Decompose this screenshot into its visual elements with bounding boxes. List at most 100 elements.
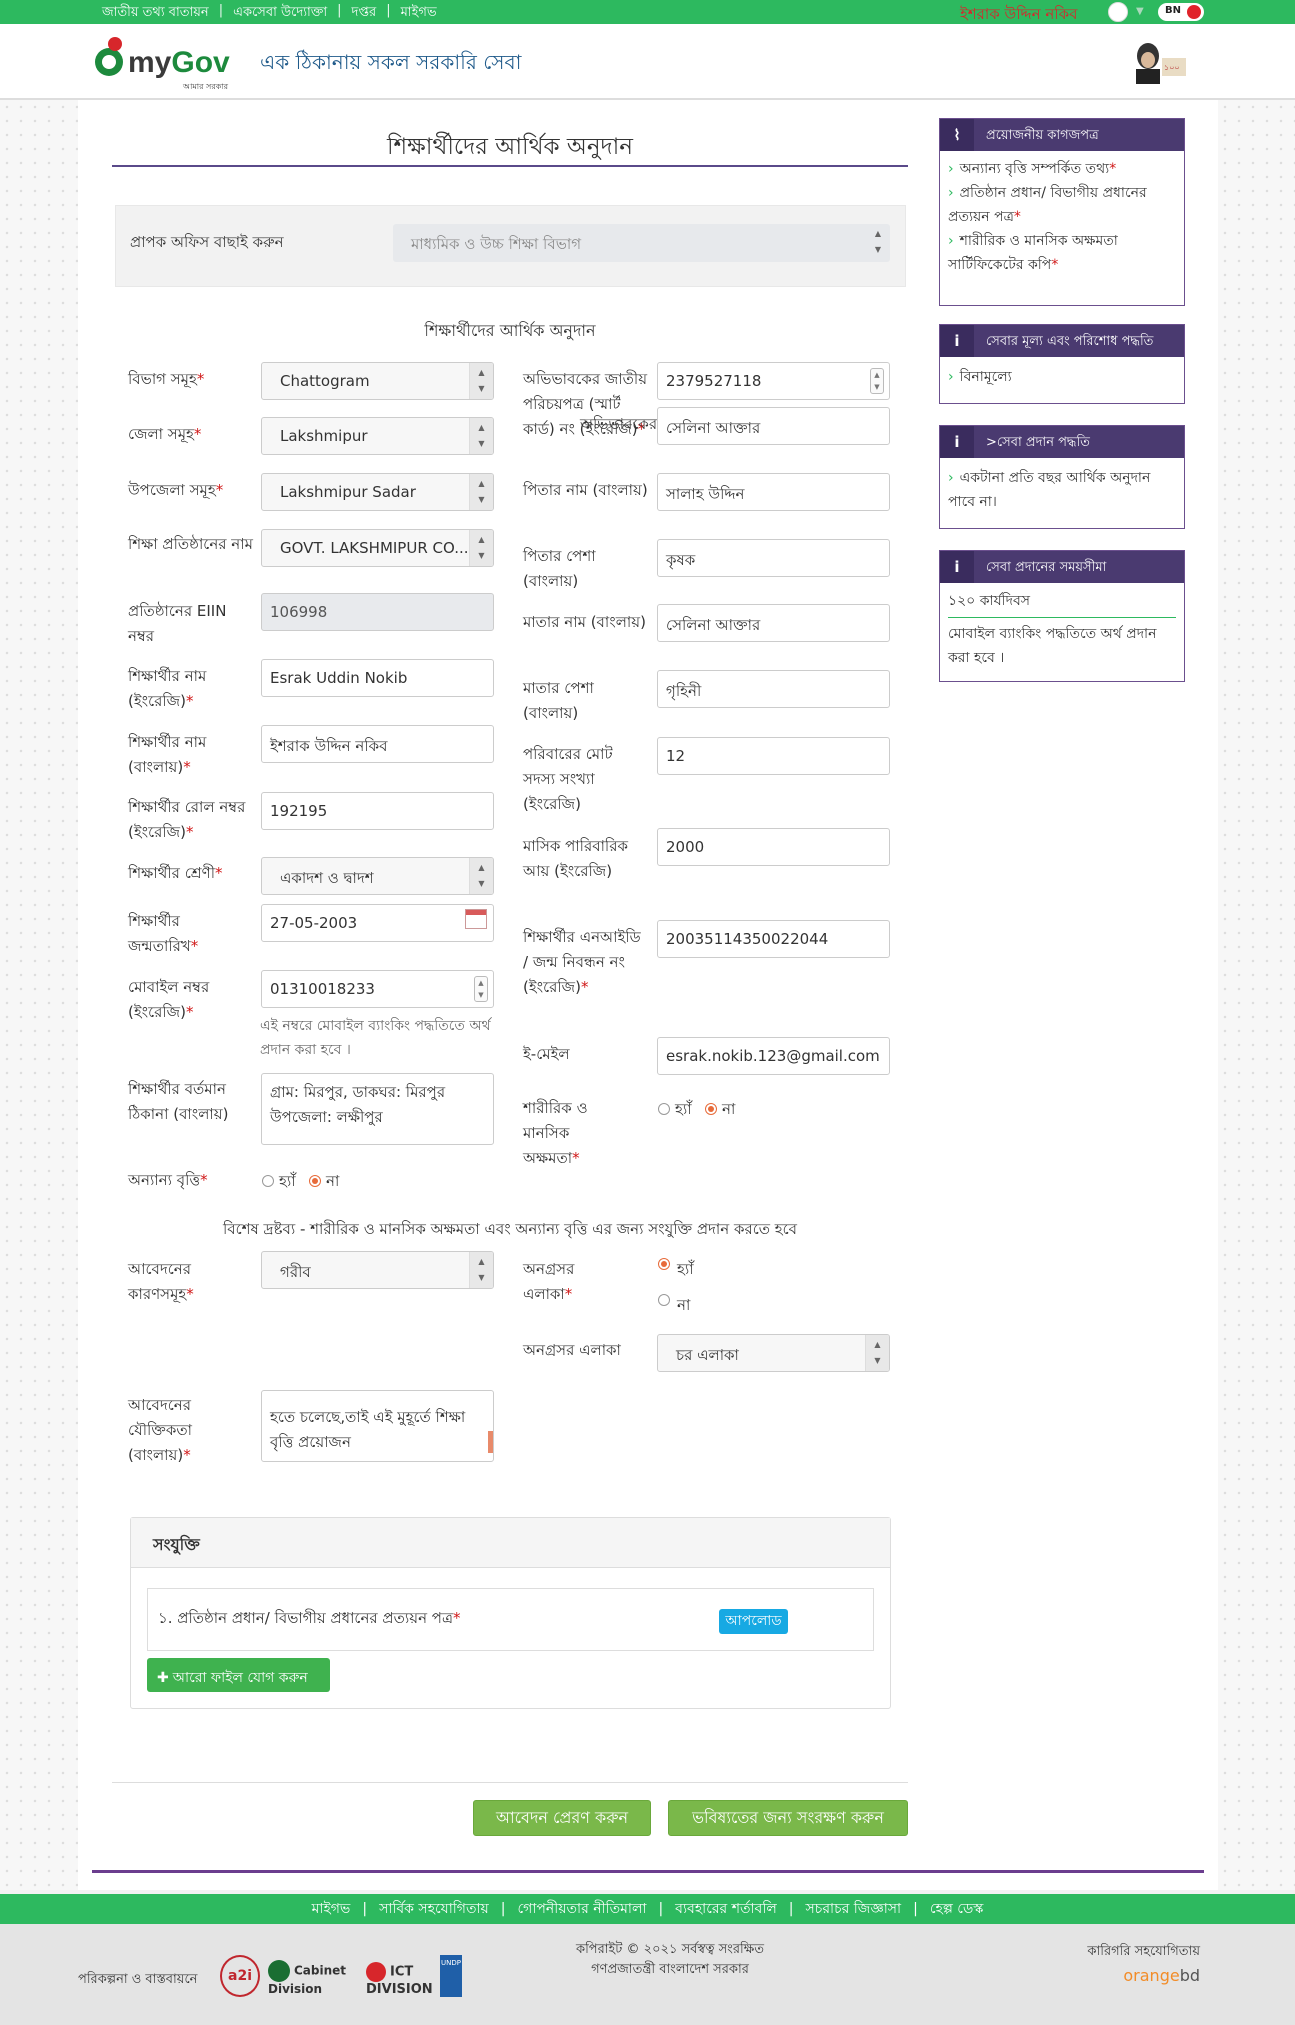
mobile-label: মোবাইল নম্বর (ইংরেজি)* [128, 978, 210, 1021]
textarea-scrollbar[interactable] [488, 1431, 493, 1453]
top-link-ekseba[interactable]: একসেবা উদ্যোক্তা [223, 3, 337, 24]
father-occupation-field[interactable]: কৃষক [657, 539, 890, 577]
toggle-knob [1187, 5, 1201, 19]
select-arrows-icon: ▲ ▼ [865, 1335, 889, 1371]
number-spinner-icon[interactable]: ▲ ▼ [474, 976, 488, 1002]
number-spinner-icon[interactable]: ▲ ▼ [870, 368, 884, 394]
copyright: কপিরাইট © ২০২১ সর্বস্বত্ব সংরক্ষিত গণপ্রজ… [575, 1942, 765, 1977]
dob-field[interactable]: 27-05-2003 [261, 904, 494, 942]
disability-yes-radio[interactable] [658, 1103, 670, 1115]
select-arrows-icon: ▲ ▼ [469, 363, 493, 399]
institution-label: শিক্ষা প্রতিষ্ঠানের নাম [128, 535, 253, 553]
email-field[interactable]: esrak.nokib.123@gmail.com [657, 1037, 890, 1075]
save-for-later-button[interactable]: ভবিষ্যতের জন্য সংরক্ষণ করুন [668, 1800, 908, 1836]
footer-link-privacy[interactable]: গোপনীয়তার নীতিমালা [506, 1897, 659, 1921]
guardian-name-field[interactable]: সেলিনা আক্তার [657, 407, 890, 445]
mother-name-label: মাতার নাম (বাংলায়) [523, 613, 646, 631]
disability-no-radio[interactable] [705, 1103, 717, 1115]
other-stipend-label: অন্যান্য বৃত্তি* [128, 1171, 208, 1189]
submit-button[interactable]: আবেদন প্রেরণ করুন [473, 1800, 651, 1836]
other-stipend-yes-radio[interactable] [262, 1175, 274, 1187]
guardian-nid-field[interactable]: 2379527118 [657, 362, 890, 400]
mygov-logo-text[interactable]: myGov [128, 46, 230, 80]
mobile-field[interactable]: 01310018233 [261, 970, 494, 1008]
district-select[interactable]: Lakshmipur ▲ ▼ [261, 417, 494, 455]
backward-area-yes-radio[interactable] [658, 1258, 670, 1270]
cabinet-division-logo[interactable]: Cabinet Division [268, 1956, 358, 1996]
fee-header: i সেবার মূল্য এবং পরিশোধ পদ্ধতি [940, 325, 1184, 357]
top-bar: জাতীয় তথ্য বাতায়ন | একসেবা উদ্যোক্তা | দ… [0, 0, 1295, 24]
backward-area-type-label: অনগ্রসর এলাকা [523, 1341, 621, 1359]
undp-logo[interactable]: UNDP [440, 1955, 462, 1997]
mygov-logo-icon[interactable] [92, 36, 126, 80]
reasons-select[interactable]: গরীব ▲ ▼ [261, 1251, 494, 1289]
top-link-office[interactable]: দপ্তর [342, 3, 387, 24]
title-underline [112, 165, 908, 167]
form-heading: শিক্ষার্থীদের আর্থিক অনুদান [424, 321, 596, 340]
sidebar-fee: i সেবার মূল্য এবং পরিশোধ পদ্ধতি › বিনামূল্… [939, 324, 1185, 404]
user-avatar-icon[interactable] [1108, 2, 1128, 22]
footer-link-helpdesk[interactable]: হেল্প ডেস্ক [918, 1897, 996, 1921]
a2i-logo[interactable]: a2i [220, 1955, 260, 1997]
family-members-label: পরিবারের মোট সদস্য সংখ্যা (ইংরেজি) [523, 745, 613, 813]
divider [948, 617, 1176, 618]
language-toggle[interactable]: BN [1158, 3, 1204, 21]
backward-area-type-select[interactable]: চর এলাকা ▲ ▼ [657, 1334, 890, 1372]
top-link-national-portal[interactable]: জাতীয় তথ্য বাতায়ন [92, 3, 219, 24]
footer-link-terms[interactable]: ব্যবহারের শর্তাবলি [663, 1897, 789, 1921]
other-stipend-yes-label: হ্যাঁ [279, 1172, 296, 1190]
roll-label: শিক্ষার্থীর রোল নম্বর (ইংরেজি)* [128, 798, 246, 841]
site-header: myGov আমার সরকার এক ঠিকানায় সকল সরকারি … [0, 24, 1295, 100]
chevron-down-icon[interactable]: ▼ [1136, 6, 1144, 17]
select-arrows-icon: ▲ ▼ [469, 418, 493, 454]
office-select[interactable]: মাধ্যমিক ও উচ্চ শিক্ষা বিভাগ ▲ ▼ [393, 224, 890, 262]
office-select-value: মাধ্যমিক ও উচ্চ শিক্ষা বিভাগ [411, 235, 582, 253]
sidebar-documents: ⌇ প্রয়োজনীয় কাগজপত্র › অন্যান্য বৃত্তি স… [939, 118, 1185, 306]
info-icon: i [940, 325, 974, 357]
eiin-label: প্রতিষ্ঠানের EIIN নম্বর [128, 602, 227, 645]
dob-label: শিক্ষার্থীর জন্মতারিখ* [128, 912, 199, 955]
class-select[interactable]: একাদশ ও দ্বাদশ ▲ ▼ [261, 857, 494, 895]
footer-line [92, 1870, 1204, 1873]
mother-occupation-label: মাতার পেশা (বাংলায়) [523, 679, 594, 722]
calendar-icon[interactable] [465, 909, 487, 929]
top-links: জাতীয় তথ্য বাতায়ন | একসেবা উদ্যোক্তা | দ… [92, 3, 447, 24]
upazila-select[interactable]: Lakshmipur Sadar ▲ ▼ [261, 473, 494, 511]
time-payment-note: মোবাইল ব্যাংকিং পদ্ধতিতে অর্থ প্রদান করা… [948, 626, 1157, 666]
eiin-field[interactable]: 106998 [261, 593, 494, 631]
backward-area-no-radio[interactable] [658, 1294, 670, 1306]
student-name-bn-field[interactable]: ইশরাক উদ্দিন নকিব [261, 725, 494, 763]
student-name-en-field[interactable]: Esrak Uddin Nokib [261, 659, 494, 697]
backward-area-yes-label: হ্যাঁ [677, 1260, 694, 1278]
justification-field[interactable]: হতে চলেছে,তাই এই মুহূর্তে শিক্ষা বৃত্তি প… [261, 1390, 494, 1462]
paperclip-icon: ⌇ [940, 119, 974, 151]
select-arrows-icon: ▲ ▼ [469, 1252, 493, 1288]
roll-field[interactable]: 192195 [261, 792, 494, 830]
language-label: BN [1165, 5, 1181, 16]
footer-links: মাইগভ | সার্বিক সহযোগিতায় | গোপনীয়তার নী… [0, 1894, 1295, 1924]
ict-division-logo[interactable]: ICT DIVISION [366, 1956, 433, 1997]
upload-button[interactable]: আপলোড [719, 1609, 788, 1634]
mother-name-field[interactable]: সেলিনা আক্তার [657, 604, 890, 642]
top-link-mygov[interactable]: মাইগভ [391, 3, 447, 24]
footer-link-mygov[interactable]: মাইগভ [300, 1897, 363, 1921]
mujib-year-logo: ১০০ [1136, 43, 1186, 84]
other-stipend-no-radio[interactable] [309, 1175, 321, 1187]
time-days: ১২০ কার্যদিবস [948, 593, 1031, 609]
institution-select[interactable]: GOVT. LAKSHMIPUR CO... ▲ ▼ [261, 529, 494, 567]
method-header: i >সেবা প্রদান পদ্ধতি [940, 426, 1184, 458]
division-select[interactable]: Chattogram ▲ ▼ [261, 362, 494, 400]
monthly-income-field[interactable]: 2000 [657, 828, 890, 866]
footer-link-support[interactable]: সার্বিক সহযোগিতায় [367, 1897, 501, 1921]
father-name-field[interactable]: সালাহ উদ্দিন [657, 473, 890, 511]
office-select-label: প্রাপক অফিস বাছাই করুন [130, 233, 284, 251]
student-nid-field[interactable]: 20035114350022044 [657, 920, 890, 958]
mother-occupation-field[interactable]: গৃহিনী [657, 670, 890, 708]
family-members-field[interactable]: 12 [657, 737, 890, 775]
address-field[interactable]: গ্রাম: মিরপুর, ডাকঘর: মিরপুর উপজেলা: লক্ষ… [261, 1073, 494, 1145]
orangebd-logo[interactable]: orangebd [1050, 1966, 1200, 1985]
backward-area-label: অনগ্রসর এলাকা* [523, 1260, 575, 1303]
method-item: › একটানা প্রতি বছর আর্থিক অনুদান পাবে না। [948, 470, 1151, 510]
add-file-button[interactable]: ✚ আরো ফাইল যোগ করুন [147, 1658, 330, 1692]
footer-link-faq[interactable]: সচরাচর জিজ্ঞাসা [794, 1897, 914, 1921]
